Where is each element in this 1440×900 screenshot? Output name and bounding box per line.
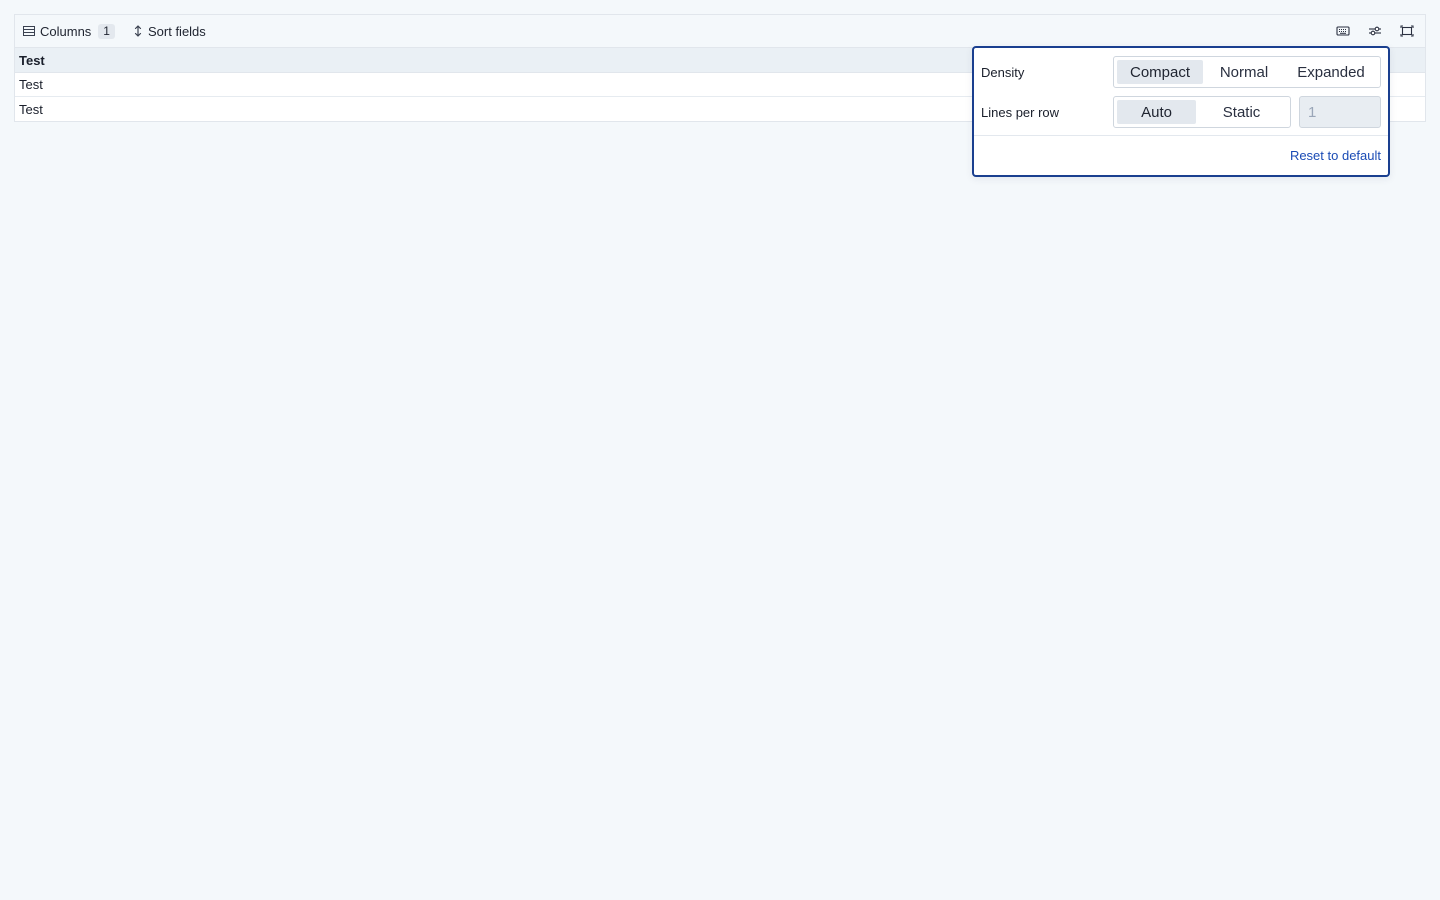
grid-toolbar: Columns 1 Sort fields	[15, 15, 1425, 48]
density-option-normal[interactable]: Normal	[1203, 60, 1285, 84]
lines-per-row-row: Lines per row Auto Static	[981, 96, 1381, 128]
fullscreen-icon[interactable]	[1395, 19, 1419, 43]
display-settings-popover: Density Compact Normal Expanded Lines pe…	[972, 46, 1390, 177]
lines-option-static[interactable]: Static	[1196, 100, 1287, 124]
sort-fields-label: Sort fields	[147, 23, 206, 39]
columns-label: Columns	[40, 23, 92, 39]
keyboard-icon[interactable]	[1331, 19, 1355, 43]
sort-fields-button[interactable]: Sort fields	[131, 21, 208, 42]
lines-option-auto[interactable]: Auto	[1117, 100, 1197, 124]
lines-count-input[interactable]	[1299, 96, 1381, 128]
lines-segmented-control: Auto Static	[1113, 96, 1291, 128]
density-label: Density	[981, 64, 1025, 80]
density-segmented-control: Compact Normal Expanded	[1113, 56, 1381, 88]
density-option-compact[interactable]: Compact	[1117, 60, 1203, 84]
popover-divider	[974, 135, 1388, 136]
reset-to-default-link[interactable]: Reset to default	[1290, 148, 1381, 163]
column-header-label: Test	[19, 52, 45, 68]
table-cell: Test	[19, 101, 43, 117]
density-option-expanded[interactable]: Expanded	[1285, 60, 1377, 84]
lines-per-row-label: Lines per row	[981, 104, 1060, 120]
density-row: Density Compact Normal Expanded	[981, 56, 1381, 88]
table-cell: Test	[19, 77, 43, 92]
settings-sliders-icon[interactable]	[1363, 19, 1387, 43]
columns-icon	[23, 25, 35, 37]
sort-arrows-icon	[133, 25, 143, 37]
columns-button[interactable]: Columns 1	[21, 21, 117, 42]
columns-count-badge: 1	[98, 23, 115, 39]
